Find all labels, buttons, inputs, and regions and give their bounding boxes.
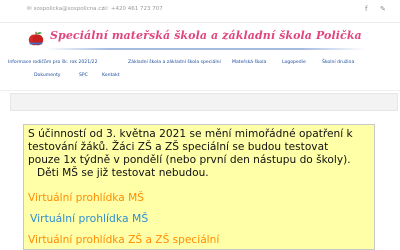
nav-item-zs-special[interactable]: Základní škola a základní škola speciáln… [128, 60, 221, 65]
site-title[interactable]: Speciální mateřská škola a základní škol… [50, 29, 362, 42]
email-text: sospolicka@sospolicna.cz [33, 6, 105, 12]
notice-line: testování žáků. Žáci ZŠ a ZŠ speciální s… [28, 141, 329, 153]
virtual-tour-ms-link[interactable]: Virtuální prohlídka MŠ [28, 192, 144, 204]
nav-item-kontakt[interactable]: Kontakt [102, 73, 120, 78]
phone-text: +420 461 723 707 [110, 6, 163, 12]
facebook-icon[interactable]: f [365, 5, 367, 13]
notice-line: Děti MŠ se již testovat nebudou. [37, 167, 209, 179]
virtual-tour-ms-alt-link[interactable]: Virtuální prohlídka MŠ [30, 212, 148, 225]
nav-item-logopedie[interactable]: Logopedie [282, 60, 306, 65]
main-navigation: Informace rodičům pro šk. rok 2021/22 Zá… [0, 58, 400, 90]
nav-item-dokumenty[interactable]: Dokumenty [34, 73, 61, 78]
site-header: Speciální mateřská škola a základní škol… [0, 22, 400, 56]
edit-icon[interactable]: ✎ [380, 5, 386, 13]
virtual-tour-zs-link[interactable]: Virtuální prohlídka ZŠ a ZŠ speciální [28, 234, 219, 246]
notice-text: S účinností od 3. května 2021 se mění mi… [28, 128, 373, 180]
notice-line: S účinností od 3. května 2021 se mění mi… [28, 128, 353, 140]
nav-item-info-parents[interactable]: Informace rodičům pro šk. rok 2021/22 [8, 60, 98, 65]
content-band [10, 93, 398, 111]
top-bar: ✉ sospolicka@sospolicna.cz ☏ +420 461 72… [0, 0, 400, 23]
nav-item-druzina[interactable]: Školní družina [322, 60, 354, 65]
nav-item-ms[interactable]: Mateřská škola [232, 60, 266, 65]
email-contact[interactable]: ✉ sospolicka@sospolicna.cz [27, 6, 104, 12]
notice-line: pouze 1x týdně v pondělí (nebo první den… [28, 154, 351, 166]
phone-contact[interactable]: ☏ +420 461 723 707 [102, 6, 163, 12]
title-underline [45, 48, 365, 50]
apple-logo-icon[interactable] [27, 30, 45, 48]
nav-item-spc[interactable]: SPC [79, 73, 88, 78]
phone-icon: ☏ [102, 6, 109, 12]
envelope-icon: ✉ [27, 6, 32, 12]
nav-divider [0, 90, 400, 91]
